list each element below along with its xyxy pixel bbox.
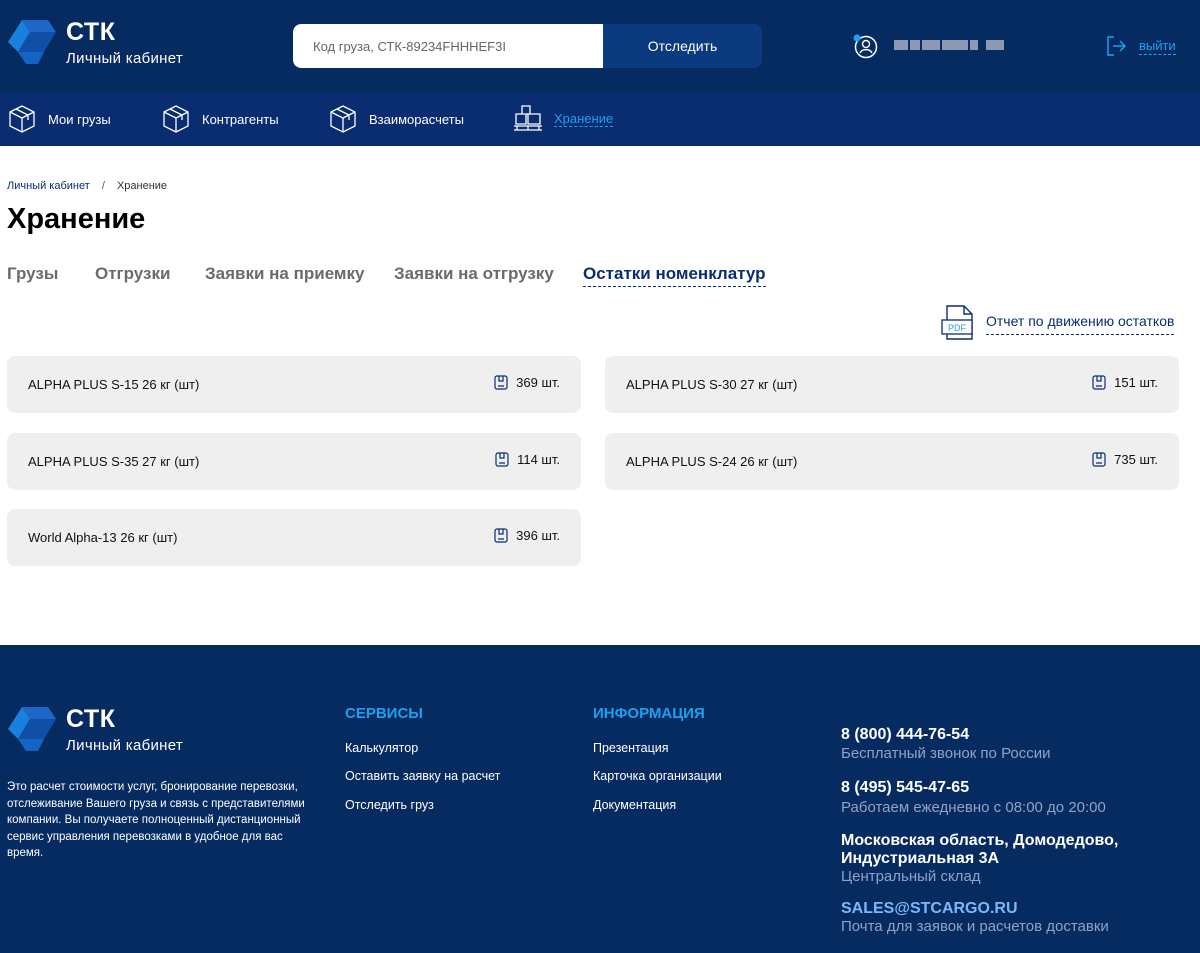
main-nav: Мои грузы Контрагенты Взаиморасчеты Хран… <box>0 92 1200 146</box>
footer-link-presentation[interactable]: Презентация <box>593 741 669 755</box>
stock-item-card[interactable]: ALPHA PLUS S-35 27 кг (шт) 114 шт. <box>7 433 581 490</box>
footer-address-line2: Индустриальная 3А <box>841 850 1000 867</box>
storage-tabs: Грузы Отгрузки Заявки на приемку Заявки … <box>7 264 907 290</box>
box-icon <box>6 103 38 135</box>
stock-item-name: ALPHA PLUS S-30 27 кг (шт) <box>626 377 798 392</box>
page-title: Хранение <box>7 203 146 235</box>
tab-shipping-requests[interactable]: Заявки на отгрузку <box>394 264 554 284</box>
box-icon <box>160 103 192 135</box>
tab-cargo[interactable]: Грузы <box>7 264 58 284</box>
stock-item-name: World Alpha-13 26 кг (шт) <box>28 530 178 545</box>
footer-email-link[interactable]: SALES@STCARGO.RU <box>841 900 1018 918</box>
stock-movement-report-link[interactable]: PDF Отчет по движению остатков <box>940 304 1180 342</box>
user-name-blurred <box>894 40 1014 51</box>
footer-link-company-card[interactable]: Карточка организации <box>593 769 722 783</box>
stock-item-name: ALPHA PLUS S-24 26 кг (шт) <box>626 454 798 469</box>
pallet-boxes-icon <box>512 103 544 135</box>
footer-phone-hours: Работаем ежедневно с 08:00 до 20:00 <box>841 799 1106 816</box>
pdf-icon: PDF <box>941 305 973 340</box>
stock-item-card[interactable]: World Alpha-13 26 кг (шт) 396 шт. <box>7 509 581 566</box>
footer: СТК Личный кабинет Это расчет стоимости … <box>0 645 1200 953</box>
stock-item-card[interactable]: ALPHA PLUS S-24 26 кг (шт) 735 шт. <box>605 433 1179 490</box>
breadcrumb: Личный кабинет / Хранение <box>7 180 167 192</box>
logo-cube-icon <box>8 20 56 64</box>
tab-receiving-requests[interactable]: Заявки на приемку <box>205 264 364 284</box>
track-search: Отследить <box>293 24 762 68</box>
nav-item-my-cargo[interactable]: Мои грузы <box>6 92 111 146</box>
box-icon <box>1092 375 1106 390</box>
stock-item-qty: 114 шт. <box>495 452 560 467</box>
top-header: СТК Личный кабинет Отследить выйти <box>0 0 1200 92</box>
box-icon <box>494 528 508 543</box>
brand-subtitle: Личный кабинет <box>66 50 184 67</box>
breadcrumb-separator: / <box>101 180 105 192</box>
stock-item-name: ALPHA PLUS S-35 27 кг (шт) <box>28 454 200 469</box>
report-label: Отчет по движению остатков <box>986 313 1175 335</box>
track-button[interactable]: Отследить <box>603 24 762 68</box>
logout-label: выйти <box>1139 38 1176 55</box>
logout-icon <box>1107 36 1127 56</box>
footer-link-track-cargo[interactable]: Отследить груз <box>345 798 434 812</box>
brand-name: СТК <box>66 18 116 46</box>
search-input[interactable] <box>293 24 603 68</box>
stock-item-name: ALPHA PLUS S-15 26 кг (шт) <box>28 377 200 392</box>
footer-description: Это расчет стоимости услуг, бронирование… <box>7 781 305 859</box>
footer-phone-moscow[interactable]: 8 (495) 545-47-65 <box>841 779 969 797</box>
footer-link-documentation[interactable]: Документация <box>593 798 676 812</box>
footer-phone-free[interactable]: 8 (800) 444-76-54 <box>841 726 969 744</box>
logo[interactable]: СТК Личный кабинет <box>8 18 208 70</box>
breadcrumb-current: Хранение <box>116 180 168 192</box>
footer-address-line1: Московская область, Домодедово, <box>841 832 1119 849</box>
footer-info-title: Информация <box>593 705 705 722</box>
tab-stock-balances[interactable]: Остатки номенклатур <box>583 264 766 287</box>
nav-item-counterparties[interactable]: Контрагенты <box>160 92 279 146</box>
stock-item-qty: 151 шт. <box>1092 375 1158 390</box>
footer-link-request-quote[interactable]: Оставить заявку на расчет <box>345 769 500 783</box>
footer-email-note: Почта для заявок и расчетов доставки <box>841 918 1109 935</box>
user-avatar-icon[interactable] <box>852 33 878 59</box>
box-icon <box>494 375 508 390</box>
footer-brand-subtitle: Личный кабинет <box>66 737 184 754</box>
box-icon <box>327 103 359 135</box>
logo-cube-icon <box>8 707 56 751</box>
stock-item-qty: 369 шт. <box>494 375 560 390</box>
footer-link-calculator[interactable]: Калькулятор <box>345 741 418 755</box>
footer-phone-free-note: Бесплатный звонок по России <box>841 745 1051 762</box>
breadcrumb-link-cabinet[interactable]: Личный кабинет <box>7 180 90 192</box>
box-icon <box>1092 452 1106 467</box>
stock-item-card[interactable]: ALPHA PLUS S-15 26 кг (шт) 369 шт. <box>7 356 581 413</box>
footer-address-note: Центральный склад <box>841 868 981 885</box>
nav-item-storage[interactable]: Хранение <box>512 92 614 146</box>
footer-logo[interactable]: СТК Личный кабинет <box>8 705 208 757</box>
stock-item-card[interactable]: ALPHA PLUS S-30 27 кг (шт) 151 шт. <box>605 356 1179 413</box>
stock-item-qty: 396 шт. <box>494 528 560 543</box>
nav-item-settlements[interactable]: Взаиморасчеты <box>327 92 464 146</box>
tab-shipments[interactable]: Отгрузки <box>95 264 170 284</box>
svg-text:PDF: PDF <box>948 323 967 333</box>
box-icon <box>495 452 509 467</box>
footer-brand-name: СТК <box>66 705 116 733</box>
stock-item-qty: 735 шт. <box>1092 452 1158 467</box>
footer-services-title: Сервисы <box>345 705 423 722</box>
